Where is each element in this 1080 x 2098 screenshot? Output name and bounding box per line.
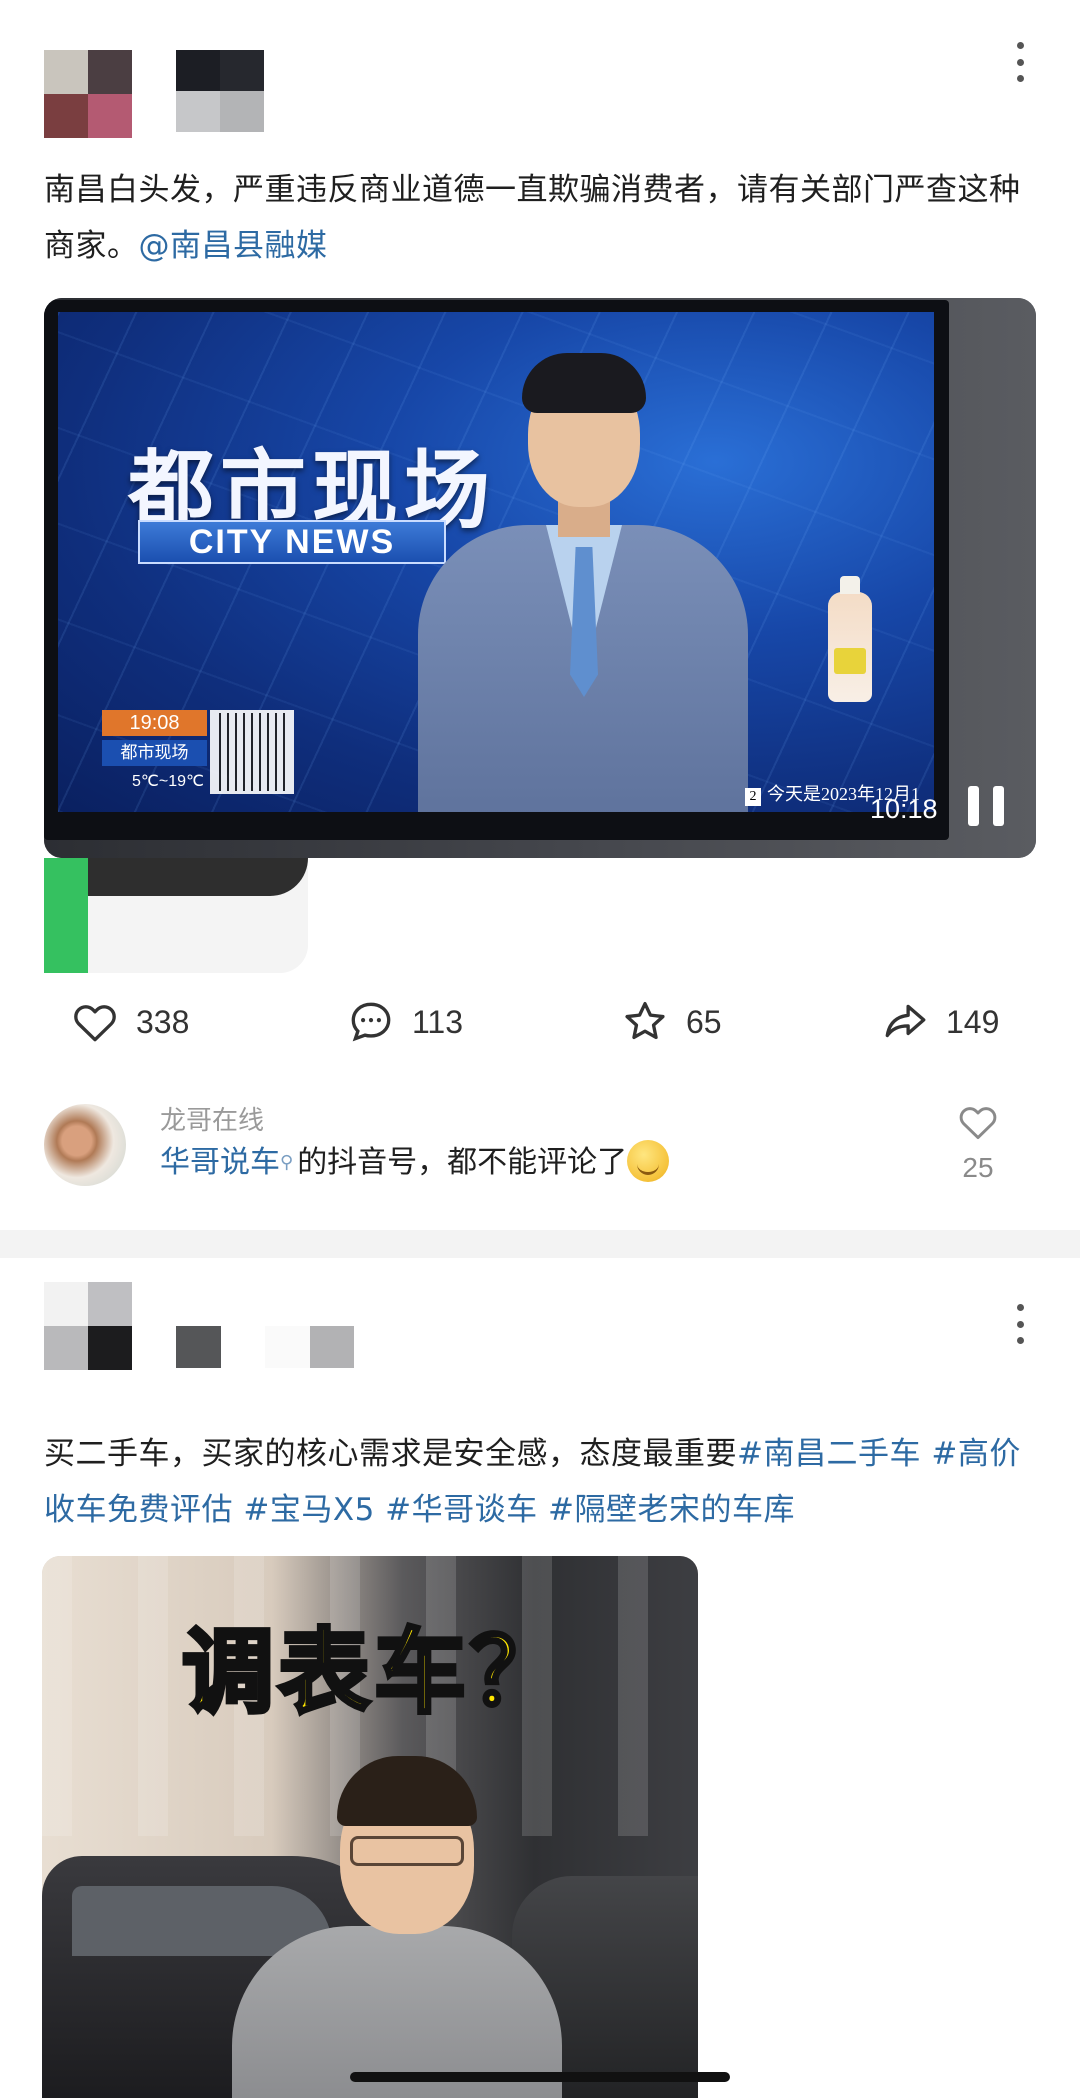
comment-count: 113 (412, 1003, 464, 1040)
username[interactable] (176, 1326, 354, 1368)
search-icon: ⚲ (280, 1152, 294, 1173)
clock-time: 19:08 (102, 710, 207, 736)
comment-icon (351, 1002, 391, 1042)
comment-body: 的抖音号，都不能评论了 (297, 1145, 628, 1180)
presenter (232, 1756, 562, 2098)
mention-link[interactable]: @南昌县融媒 (139, 228, 328, 264)
comment-like-button[interactable]: 25 (950, 1100, 1006, 1184)
post-body: 买二手车，买家的核心需求是安全感，态度最重要 (44, 1436, 737, 1472)
news-anchor (418, 337, 748, 812)
share-button[interactable]: 149 (880, 990, 999, 1054)
qr-code (210, 710, 294, 794)
heart-icon (74, 1005, 116, 1042)
tv-screen: 都市现场 CITY NEWS 19:08 都市现场 5℃~19℃ 2 今天是20… (58, 312, 934, 812)
tv-frame: 都市现场 CITY NEWS 19:08 都市现场 5℃~19℃ 2 今天是20… (44, 300, 949, 840)
share-icon (885, 1004, 926, 1038)
like-count: 338 (136, 1003, 190, 1040)
action-bar: 338 113 65 149 (0, 990, 1080, 1054)
comment-button[interactable]: 113 (346, 990, 463, 1054)
smirk-emoji-icon (627, 1140, 670, 1182)
video-player[interactable]: 都市现场 CITY NEWS 19:08 都市现场 5℃~19℃ 2 今天是20… (44, 298, 1036, 858)
comment-author[interactable]: 龙哥在线 (160, 1100, 264, 1137)
show-title-en-bar: CITY NEWS (138, 520, 446, 564)
avatar[interactable] (44, 1282, 132, 1370)
comment-item[interactable]: 龙哥在线 华哥说车⚲ 的抖音号，都不能评论了 25 (44, 1100, 1036, 1200)
drink-bottle (828, 576, 872, 702)
ticker-number: 2 (745, 788, 761, 806)
post-text: 买二手车，买家的核心需求是安全感，态度最重要#南昌二手车 #高价收车免费评估 #… (44, 1426, 1036, 1538)
favorite-button[interactable]: 65 (620, 990, 722, 1054)
post-card[interactable]: 南昌白头发，严重违反商业道德一直欺骗消费者，请有关部门严查这种商家。@南昌县融媒… (0, 0, 1080, 1230)
video-timestamp: 10:18 (870, 794, 938, 824)
hashtag-link[interactable]: #华哥谈车 (385, 1492, 537, 1528)
heart-icon (959, 1107, 997, 1140)
favorite-count: 65 (686, 1003, 722, 1040)
feed-divider (0, 1230, 1080, 1258)
hashtag-link[interactable]: #隔壁老宋的车库 (548, 1492, 795, 1528)
hashtag-link[interactable]: #南昌二手车 (737, 1436, 921, 1472)
share-count: 149 (946, 1003, 1000, 1040)
star-icon (625, 1002, 665, 1040)
username[interactable] (176, 50, 264, 132)
more-options-icon[interactable] (1010, 1304, 1030, 1344)
video-player[interactable]: 调表车？ (42, 1556, 698, 2098)
home-indicator[interactable] (350, 2072, 730, 2082)
embedded-card[interactable] (44, 858, 308, 973)
more-options-icon[interactable] (1010, 42, 1030, 82)
clock-show: 都市现场 (102, 740, 207, 766)
avatar[interactable] (44, 50, 132, 138)
show-title-en: CITY NEWS (188, 522, 396, 561)
hashtag-link[interactable]: #宝马X5 (243, 1492, 374, 1528)
video-overlay-title: 调表车？ (180, 1617, 567, 1728)
pause-icon[interactable] (968, 786, 1004, 826)
like-button[interactable]: 338 (70, 990, 189, 1054)
comment-mention[interactable]: 华哥说车 (160, 1145, 280, 1180)
comment-like-count: 25 (962, 1152, 994, 1183)
post-text: 南昌白头发，严重违反商业道德一直欺骗消费者，请有关部门严查这种商家。@南昌县融媒 (44, 162, 1036, 274)
commenter-avatar[interactable] (44, 1104, 126, 1186)
on-screen-clock: 19:08 都市现场 5℃~19℃ (102, 710, 207, 790)
comment-text: 华哥说车⚲ 的抖音号，都不能评论了 (160, 1140, 670, 1186)
post-card[interactable]: 买二手车，买家的核心需求是安全感，态度最重要#南昌二手车 #高价收车免费评估 #… (0, 1258, 1080, 2098)
